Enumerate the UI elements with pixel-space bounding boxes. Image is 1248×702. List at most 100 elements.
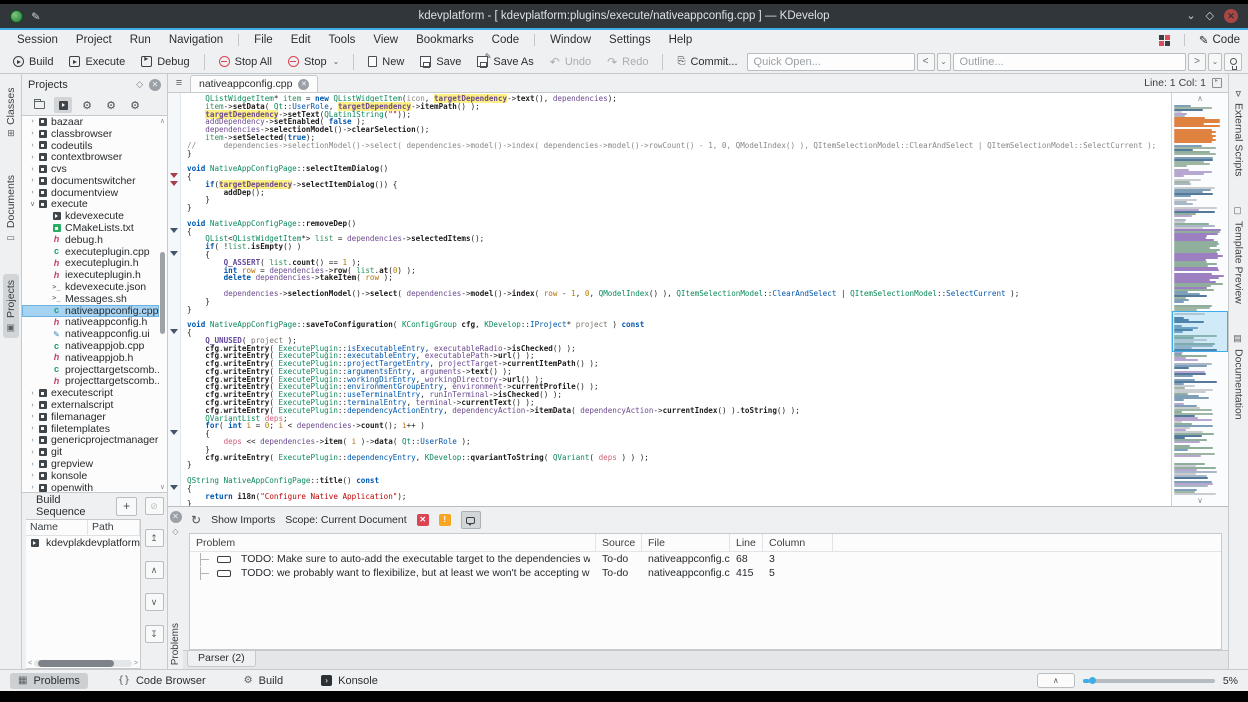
reload-project-button[interactable]: ⚙ — [102, 97, 120, 113]
filter-project-button[interactable]: ⚙ — [126, 97, 144, 113]
configure-button[interactable]: ⚙ — [78, 97, 96, 113]
menu-settings[interactable]: Settings — [600, 32, 660, 48]
scope-selector[interactable]: Scope: Current Document — [285, 514, 406, 526]
save-button[interactable]: Save — [413, 54, 468, 70]
expander-icon[interactable]: › — [28, 449, 37, 456]
statusbar-build[interactable]: ⚙ Build — [236, 673, 291, 689]
remove-build-item-button[interactable]: ⊘ — [144, 497, 164, 515]
menu-project[interactable]: Project — [67, 32, 121, 48]
menu-navigation[interactable]: Navigation — [160, 32, 232, 48]
minimap-viewport[interactable] — [1172, 311, 1228, 353]
expander-icon[interactable]: › — [28, 484, 37, 491]
code-area-button[interactable]: ✎ Code — [1199, 33, 1240, 47]
collapse-panel-button[interactable]: ∧ — [1036, 673, 1075, 688]
expander-icon[interactable]: › — [28, 154, 37, 161]
tab-documentation[interactable]: ▤ Documentation — [1231, 330, 1247, 424]
close-button[interactable]: ✕ — [1224, 9, 1238, 23]
menu-help[interactable]: Help — [660, 32, 702, 48]
open-project-button[interactable] — [30, 97, 48, 113]
tree-item-projecttargetscomb-[interactable]: h projecttargetscomb... — [22, 376, 159, 388]
new-button[interactable]: New — [361, 54, 411, 70]
fold-marker-icon[interactable] — [170, 227, 178, 233]
column-header-source[interactable]: Source — [596, 534, 642, 551]
scroll-up-icon[interactable]: ∧ — [1172, 93, 1228, 104]
expander-icon[interactable]: › — [28, 130, 37, 137]
tree-item-iexecuteplugin-h[interactable]: h iexecuteplugin.h — [22, 269, 159, 281]
problem-row[interactable]: TODO: we probably want to flexibilize, b… — [190, 566, 1221, 580]
column-header-path[interactable]: Path — [88, 520, 140, 535]
outline-input[interactable] — [952, 52, 1186, 71]
tab-classes[interactable]: ⊞ Classes — [3, 82, 19, 143]
document-menu-icon[interactable]: ≡ — [168, 77, 190, 89]
expander-icon[interactable]: › — [28, 437, 37, 444]
tree-item-konsole[interactable]: › konsole — [22, 470, 159, 482]
expander-icon[interactable]: › — [28, 461, 37, 468]
tree-item-bazaar[interactable]: › bazaar — [22, 116, 159, 128]
expander-icon[interactable]: › — [28, 118, 37, 125]
hints-filter-button[interactable] — [460, 511, 481, 529]
column-header-line[interactable]: Line — [730, 534, 763, 551]
move-bottom-button[interactable]: ↧ — [144, 625, 164, 643]
menu-file[interactable]: File — [245, 32, 282, 48]
problem-row[interactable]: TODO: Make sure to auto-add the executab… — [190, 552, 1221, 566]
quick-open-input[interactable] — [746, 52, 915, 71]
menu-tools[interactable]: Tools — [320, 32, 365, 48]
tree-item-filetemplates[interactable]: › filetemplates — [22, 423, 159, 435]
save-as-button[interactable]: Save As — [470, 52, 540, 70]
tree-item-executeplugin-cpp[interactable]: c executeplugin.cpp — [22, 246, 159, 258]
expander-icon[interactable]: › — [28, 413, 37, 420]
menu-window[interactable]: Window — [541, 32, 600, 48]
tree-item-cmakelists-txt[interactable]: CMakeLists.txt — [22, 222, 159, 234]
expander-icon[interactable]: ∨ — [28, 200, 37, 208]
tree-item-kdevexecute-json[interactable]: >_ kdevexecute.json — [22, 281, 159, 293]
tree-scrollbar[interactable] — [159, 118, 166, 490]
commit-button[interactable]: ⎘ Commit... — [670, 54, 744, 70]
errors-filter-icon[interactable]: ✕ — [416, 514, 429, 526]
tree-item-filemanager[interactable]: › filemanager — [22, 411, 159, 423]
tab-documents[interactable]: ▯ Documents — [3, 169, 19, 248]
build-items-button[interactable] — [54, 97, 72, 113]
tree-item-executescript[interactable]: › executescript — [22, 387, 159, 399]
tree-item-openwith[interactable]: › openwith — [22, 482, 159, 492]
minimap-scrollbar[interactable]: ∧ ∨ — [1171, 93, 1228, 506]
zoom-slider[interactable] — [1082, 676, 1215, 684]
debug-button[interactable]: Debug — [134, 54, 196, 70]
tree-item-nativeappconfig-ui[interactable]: ✎ nativeappconfig.ui — [22, 328, 159, 340]
expander-icon[interactable]: › — [28, 402, 37, 409]
execute-button[interactable]: Execute — [62, 54, 132, 70]
column-header-file[interactable]: File — [642, 534, 730, 551]
fold-marker-icon[interactable] — [170, 173, 178, 178]
build-button[interactable]: Build — [6, 54, 60, 70]
add-build-item-button[interactable]: + — [116, 496, 137, 516]
tree-item-nativeappconfig-cpp[interactable]: c nativeappconfig.cpp — [22, 304, 159, 317]
fold-marker-icon[interactable] — [170, 180, 178, 186]
statusbar-konsole[interactable]: › Konsole — [313, 673, 386, 689]
refresh-icon[interactable]: ↻ — [191, 513, 201, 527]
expander-icon[interactable]: › — [28, 425, 37, 432]
expander-icon[interactable]: › — [28, 189, 37, 196]
tree-item-nativeappjob-h[interactable]: h nativeappjob.h — [22, 352, 159, 364]
tree-item-git[interactable]: › git — [22, 446, 159, 458]
expander-icon[interactable]: › — [28, 390, 37, 397]
tree-item-kdevexecute[interactable]: kdevexecute — [22, 210, 159, 222]
expander-icon[interactable]: › — [28, 166, 37, 173]
float-panel-button[interactable]: ◇ — [136, 79, 143, 90]
build-sequence-row[interactable]: kdevplatf... kdevplatform — [26, 536, 140, 550]
tree-item-nativeappconfig-h[interactable]: h nativeappconfig.h — [22, 317, 159, 329]
tree-item-messages-sh[interactable]: >_ Messages.sh — [22, 293, 159, 305]
move-up-button[interactable]: ∧ — [144, 561, 164, 579]
editor-tab-active[interactable]: nativeappconfig.cpp ✕ — [190, 75, 319, 92]
working-set-grid-icon[interactable] — [1158, 34, 1170, 46]
scroll-down-icon[interactable]: ∨ — [1172, 495, 1228, 506]
close-panel-button[interactable]: ✕ — [169, 511, 182, 523]
show-imports-button[interactable]: Show Imports — [211, 514, 275, 526]
redo-button[interactable]: ↷ Redo — [600, 54, 655, 70]
code-editor[interactable]: QListWidgetItem* item = new QListWidgetI… — [168, 93, 1228, 506]
code-text-area[interactable]: QListWidgetItem* item = new QListWidgetI… — [181, 93, 1171, 506]
tree-item-contextbrowser[interactable]: › contextbrowser — [22, 151, 159, 163]
tree-item-execute[interactable]: ∨ execute — [22, 199, 159, 211]
forward-dropdown-button[interactable]: ⌄ — [1208, 52, 1222, 71]
tree-item-documentswitcher[interactable]: › documentswitcher — [22, 175, 159, 187]
stop-all-button[interactable]: Stop All — [212, 54, 279, 70]
minimize-button[interactable]: ⌄ — [1186, 9, 1195, 23]
